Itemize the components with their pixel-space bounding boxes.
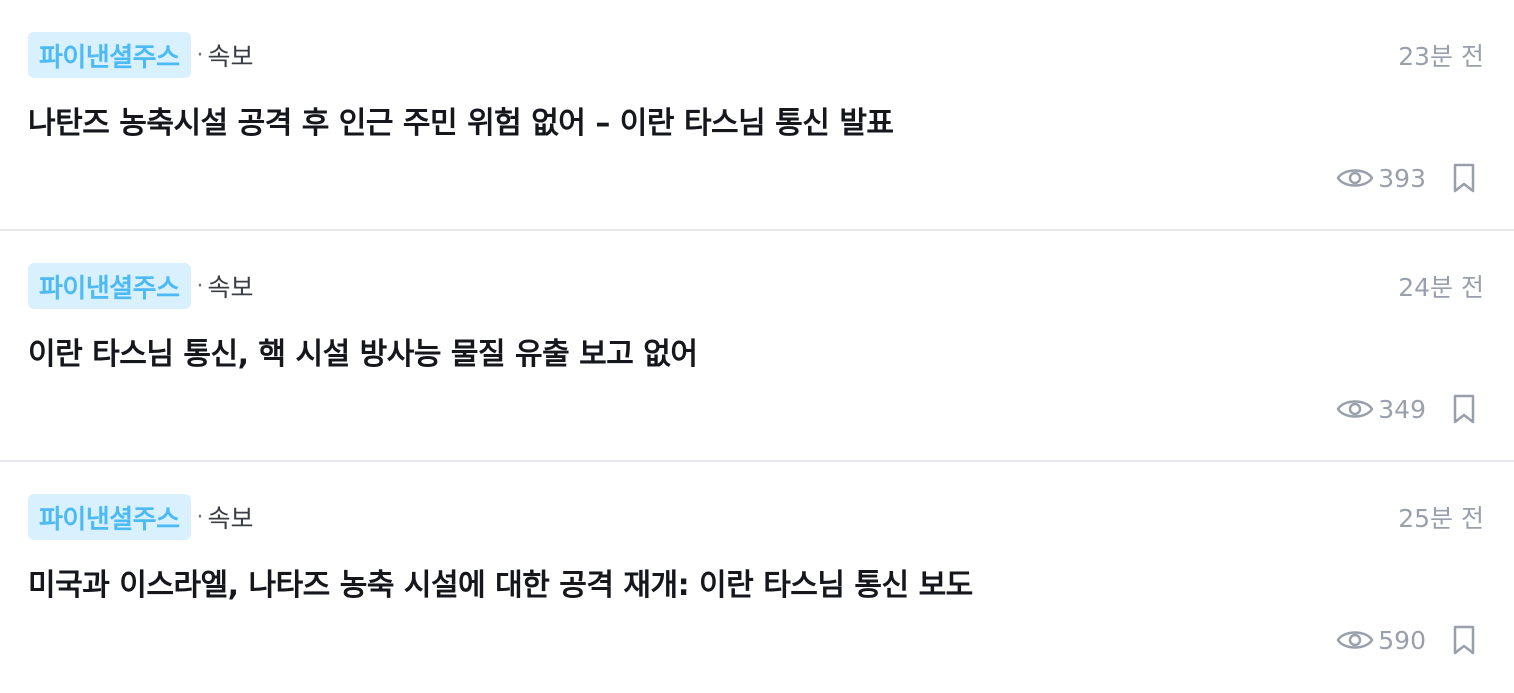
category-label: 속보	[207, 504, 254, 533]
meta-separator: ·	[196, 504, 204, 530]
news-footer: 393	[1336, 158, 1478, 198]
view-count-group: 349	[1336, 395, 1426, 424]
news-footer: 349	[1336, 389, 1478, 429]
category-label: 속보	[207, 42, 254, 71]
news-headline[interactable]: 이란 타스님 통신, 핵 시설 방사능 물질 유출 보고 없어	[28, 329, 1484, 373]
news-meta: 파이낸셜주스 · 속보 25분 전	[28, 493, 1484, 541]
view-count: 590	[1378, 625, 1426, 655]
news-item[interactable]: 파이낸셜주스 · 속보 23분 전 나탄즈 농축시설 공격 후 인근 주민 위험…	[0, 0, 1514, 231]
bookmark-icon	[1453, 394, 1475, 424]
view-count: 393	[1378, 163, 1426, 193]
meta-separator: ·	[196, 42, 204, 68]
news-item[interactable]: 파이낸셜주스 · 속보 25분 전 미국과 이스라엘, 나타즈 농축 시설에 대…	[0, 462, 1514, 693]
news-headline[interactable]: 나탄즈 농축시설 공격 후 인근 주민 위험 없어 – 이란 타스님 통신 발표	[28, 98, 1484, 142]
time-label: 24분 전	[1398, 273, 1484, 302]
view-count-group: 590	[1336, 626, 1426, 655]
news-meta: 파이낸셜주스 · 속보 23분 전	[28, 31, 1484, 79]
category-label: 속보	[207, 273, 254, 302]
source-badge[interactable]: 파이낸셜주스	[28, 494, 191, 540]
view-count-group: 393	[1336, 164, 1426, 193]
source-badge[interactable]: 파이낸셜주스	[28, 32, 191, 78]
eye-icon	[1337, 400, 1374, 418]
bookmark-button[interactable]	[1450, 392, 1478, 426]
news-item[interactable]: 파이낸셜주스 · 속보 24분 전 이란 타스님 통신, 핵 시설 방사능 물질…	[0, 231, 1514, 462]
news-meta: 파이낸셜주스 · 속보 24분 전	[28, 262, 1484, 310]
bookmark-button[interactable]	[1450, 161, 1478, 195]
bookmark-button[interactable]	[1450, 623, 1478, 657]
view-count: 349	[1378, 394, 1426, 424]
news-headline[interactable]: 미국과 이스라엘, 나타즈 농축 시설에 대한 공격 재개: 이란 타스님 통신…	[28, 560, 1484, 604]
eye-icon	[1337, 631, 1374, 649]
source-badge[interactable]: 파이낸셜주스	[28, 263, 191, 309]
bookmark-icon	[1453, 625, 1475, 655]
time-label: 23분 전	[1398, 42, 1484, 71]
bookmark-icon	[1453, 163, 1475, 193]
eye-icon	[1337, 169, 1374, 187]
news-footer: 590	[1336, 620, 1478, 660]
meta-separator: ·	[196, 273, 204, 299]
time-label: 25분 전	[1398, 504, 1484, 533]
news-feed: 파이낸셜주스 · 속보 23분 전 나탄즈 농축시설 공격 후 인근 주민 위험…	[0, 0, 1514, 678]
